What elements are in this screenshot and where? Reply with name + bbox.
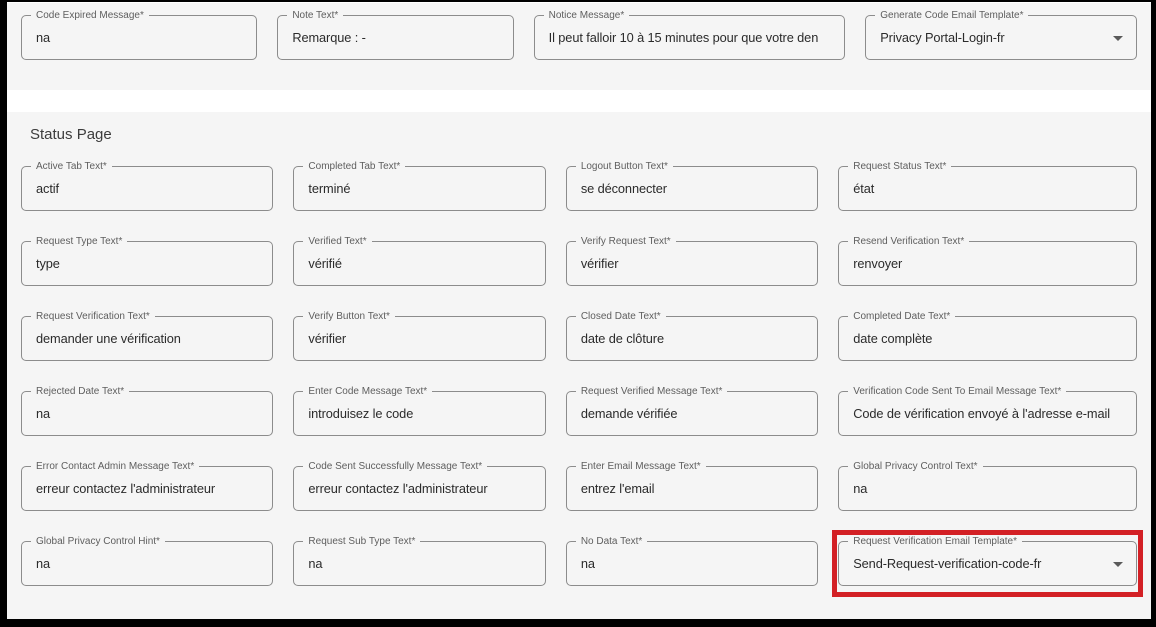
field-label: Code Sent Successfully Message Text* [303, 460, 487, 473]
field-label: Request Verification Text* [31, 310, 155, 323]
field-label: Code Expired Message* [31, 9, 149, 22]
field-enter-code-message-text[interactable]: Enter Code Message Text* introduisez le … [293, 391, 545, 436]
field-value: na [839, 481, 1136, 496]
field-label: Request Verification Email Template* [848, 535, 1022, 548]
field-label: Request Verified Message Text* [576, 385, 728, 398]
field-label: Closed Date Text* [576, 310, 666, 323]
field-value: na [294, 556, 544, 571]
field-request-verification-text[interactable]: Request Verification Text* demander une … [21, 316, 273, 361]
field-value: introduisez le code [294, 406, 544, 421]
field-label: Notice Message* [544, 9, 630, 22]
field-value: entrez l'email [567, 481, 817, 496]
field-verify-request-text[interactable]: Verify Request Text* vérifier [566, 241, 818, 286]
field-label: Global Privacy Control Text* [848, 460, 982, 473]
field-verified-text[interactable]: Verified Text* vérifié [293, 241, 545, 286]
field-enter-email-message-text[interactable]: Enter Email Message Text* entrez l'email [566, 466, 818, 511]
field-label: No Data Text* [576, 535, 648, 548]
field-value: date de clôture [567, 331, 817, 346]
field-value: na [22, 406, 272, 421]
field-value: vérifier [567, 256, 817, 271]
field-label: Request Type Text* [31, 235, 127, 248]
field-verification-code-sent-to-email-message-text[interactable]: Verification Code Sent To Email Message … [838, 391, 1137, 436]
field-code-sent-successfully-message-text[interactable]: Code Sent Successfully Message Text* err… [293, 466, 545, 511]
field-label: Error Contact Admin Message Text* [31, 460, 199, 473]
field-notice-message[interactable]: Notice Message* Il peut falloir 10 à 15 … [534, 15, 846, 60]
field-value: type [22, 256, 272, 271]
field-label: Verify Button Text* [303, 310, 395, 323]
field-label: Rejected Date Text* [31, 385, 129, 398]
general-fields-grid: Code Expired Message* na Note Text* Rema… [21, 15, 1137, 60]
field-value: vérifié [294, 256, 544, 271]
status-fields-grid: Active Tab Text* actif Completed Tab Tex… [21, 166, 1137, 586]
field-closed-date-text[interactable]: Closed Date Text* date de clôture [566, 316, 818, 361]
field-value: Send-Request-verification-code-fr [839, 556, 1136, 571]
field-label: Request Sub Type Text* [303, 535, 420, 548]
field-label: Generate Code Email Template* [875, 9, 1028, 22]
field-rejected-date-text[interactable]: Rejected Date Text* na [21, 391, 273, 436]
field-value: se déconnecter [567, 181, 817, 196]
dropdown-arrow-icon [1113, 562, 1123, 567]
field-active-tab-text[interactable]: Active Tab Text* actif [21, 166, 273, 211]
field-value: actif [22, 181, 272, 196]
field-request-sub-type-text[interactable]: Request Sub Type Text* na [293, 541, 545, 586]
field-label: Global Privacy Control Hint* [31, 535, 165, 548]
dropdown-arrow-icon [1113, 36, 1123, 41]
status-page-panel: Status Page Active Tab Text* actif Compl… [7, 112, 1151, 619]
field-value: demander une vérification [22, 331, 272, 346]
section-title-status-page: Status Page [30, 126, 1137, 144]
field-code-expired-message[interactable]: Code Expired Message* na [21, 15, 257, 60]
field-value: erreur contactez l'administrateur [22, 481, 272, 496]
field-verify-button-text[interactable]: Verify Button Text* vérifier [293, 316, 545, 361]
field-value: na [567, 556, 817, 571]
field-value: renvoyer [839, 256, 1136, 271]
field-label: Request Status Text* [848, 160, 951, 173]
field-request-status-text[interactable]: Request Status Text* état [838, 166, 1137, 211]
field-error-contact-admin-message-text[interactable]: Error Contact Admin Message Text* erreur… [21, 466, 273, 511]
field-value: na [22, 30, 256, 45]
field-value: Privacy Portal-Login-fr [866, 30, 1136, 45]
field-value: erreur contactez l'administrateur [294, 481, 544, 496]
field-value: Remarque : - [278, 30, 512, 45]
field-label: Completed Tab Text* [303, 160, 405, 173]
field-value: Code de vérification envoyé à l'adresse … [839, 406, 1136, 421]
field-value: état [839, 181, 1136, 196]
field-label: Completed Date Text* [848, 310, 955, 323]
field-generate-code-email-template[interactable]: Generate Code Email Template* Privacy Po… [865, 15, 1137, 60]
field-label: Active Tab Text* [31, 160, 112, 173]
field-value: vérifier [294, 331, 544, 346]
field-request-type-text[interactable]: Request Type Text* type [21, 241, 273, 286]
field-label: Resend Verification Text* [848, 235, 969, 248]
field-no-data-text[interactable]: No Data Text* na [566, 541, 818, 586]
field-completed-tab-text[interactable]: Completed Tab Text* terminé [293, 166, 545, 211]
field-resend-verification-text[interactable]: Resend Verification Text* renvoyer [838, 241, 1137, 286]
field-label: Enter Email Message Text* [576, 460, 706, 473]
field-label: Note Text* [287, 9, 343, 22]
field-global-privacy-control-hint[interactable]: Global Privacy Control Hint* na [21, 541, 273, 586]
field-global-privacy-control-text[interactable]: Global Privacy Control Text* na [838, 466, 1137, 511]
field-label: Logout Button Text* [576, 160, 673, 173]
field-label: Verified Text* [303, 235, 371, 248]
field-logout-button-text[interactable]: Logout Button Text* se déconnecter [566, 166, 818, 211]
field-value: Il peut falloir 10 à 15 minutes pour que… [535, 30, 845, 45]
field-value: date complète [839, 331, 1136, 346]
field-request-verification-email-template[interactable]: Request Verification Email Template* Sen… [838, 541, 1137, 586]
settings-form-screen: Code Expired Message* na Note Text* Rema… [0, 0, 1156, 627]
general-settings-panel: Code Expired Message* na Note Text* Rema… [7, 3, 1151, 90]
field-value: terminé [294, 181, 544, 196]
field-label: Verification Code Sent To Email Message … [848, 385, 1066, 398]
field-value: na [22, 556, 272, 571]
field-note-text[interactable]: Note Text* Remarque : - [277, 15, 513, 60]
field-label: Verify Request Text* [576, 235, 676, 248]
field-value: demande vérifiée [567, 406, 817, 421]
field-completed-date-text[interactable]: Completed Date Text* date complète [838, 316, 1137, 361]
field-request-verified-message-text[interactable]: Request Verified Message Text* demande v… [566, 391, 818, 436]
field-label: Enter Code Message Text* [303, 385, 432, 398]
